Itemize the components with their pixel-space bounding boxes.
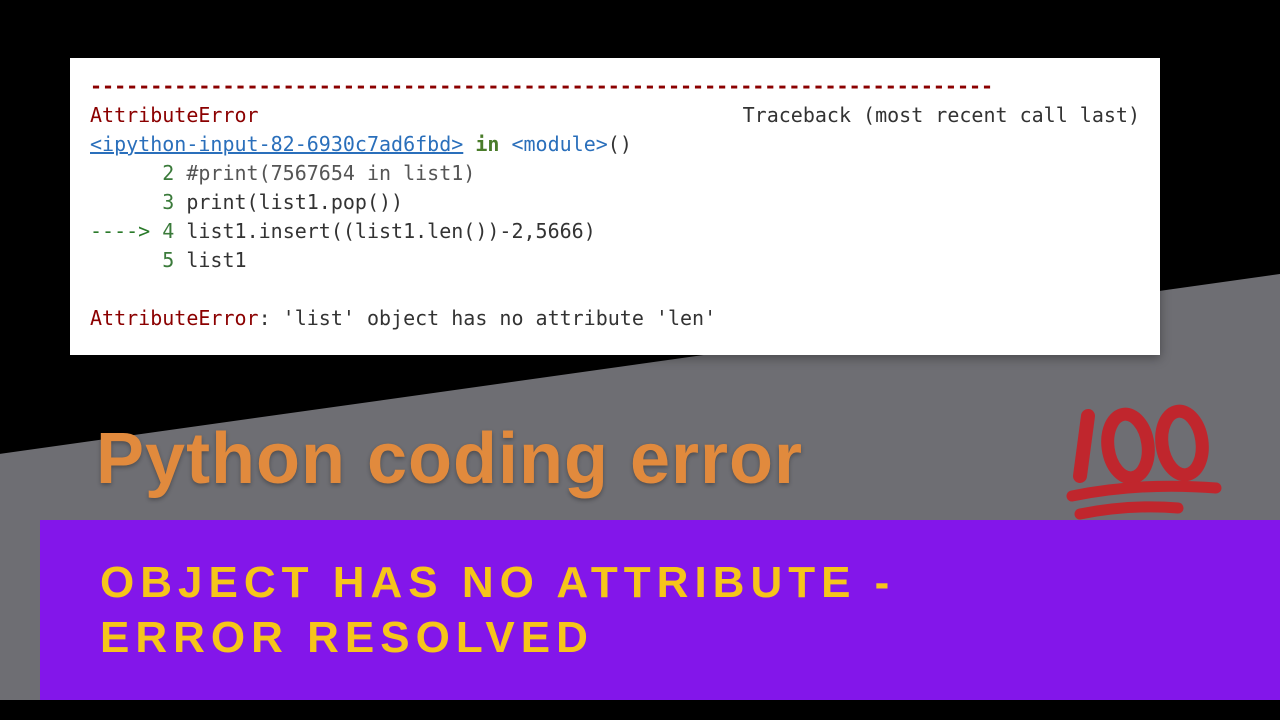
code-line-3: 3 print(list1.pop())	[90, 188, 1140, 217]
traceback-source-link[interactable]: <ipython-input-82-6930c7ad6fbd>	[90, 132, 463, 156]
error-class-name-bottom: AttributeError	[90, 306, 259, 330]
code-line-4-current: ----> 4 list1.insert((list1.len())-2,566…	[90, 217, 1140, 246]
traceback-header: AttributeError Traceback (most recent ca…	[90, 101, 1140, 130]
subtitle-line-2: ERROR RESOLVED	[100, 610, 895, 665]
main-title: Python coding error	[96, 418, 803, 500]
hundred-points-icon	[1060, 398, 1230, 533]
traceback-source-line: <ipython-input-82-6930c7ad6fbd> in <modu…	[90, 130, 1140, 159]
error-class-name: AttributeError	[90, 101, 259, 130]
code-line-2: 2 #print(7567654 in list1)	[90, 159, 1140, 188]
error-message-text: : 'list' object has no attribute 'len'	[259, 306, 717, 330]
traceback-panel: ----------------------------------------…	[70, 58, 1160, 355]
subtitle-text: OBJECT HAS NO ATTRIBUTE - ERROR RESOLVED	[100, 555, 895, 665]
traceback-label: Traceback (most recent call last)	[743, 101, 1140, 130]
subtitle-line-1: OBJECT HAS NO ATTRIBUTE -	[100, 555, 895, 610]
error-message-line: AttributeError: 'list' object has no att…	[90, 304, 1140, 333]
traceback-divider: ----------------------------------------…	[90, 72, 1140, 101]
subtitle-band: OBJECT HAS NO ATTRIBUTE - ERROR RESOLVED	[40, 520, 1280, 700]
traceback-module: <module>	[511, 132, 607, 156]
code-line-5: 5 list1	[90, 246, 1140, 275]
current-line-arrow: ---->	[90, 219, 150, 243]
keyword-in: in	[475, 132, 499, 156]
